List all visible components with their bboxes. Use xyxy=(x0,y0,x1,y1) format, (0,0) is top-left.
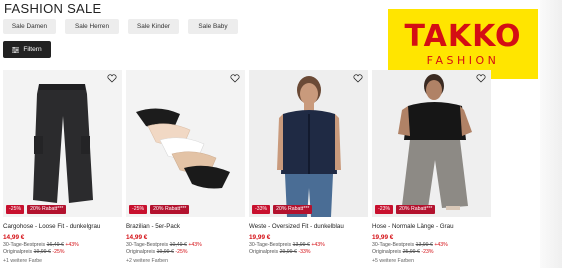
product-image[interactable]: -33% 20% Rabatt*** xyxy=(249,70,368,217)
product-image[interactable]: -23% 20% Rabatt*** xyxy=(372,70,491,217)
best-price-percent: +43% xyxy=(188,242,202,248)
page-title: FASHION SALE xyxy=(4,1,102,16)
best-price-line: 30-Tage-Bestpreis 13,99 € +43% xyxy=(372,242,491,248)
product-card[interactable]: -25% 20% Rabatt*** Cargohose - Loose Fit… xyxy=(3,70,122,264)
discount-badge: -25% xyxy=(129,205,148,214)
wishlist-heart-icon[interactable] xyxy=(476,74,486,83)
extra-discount-badge: 20% Rabatt*** xyxy=(396,205,436,214)
category-sale-damen[interactable]: Sale Damen xyxy=(3,19,56,34)
best-price-value: 13,99 € xyxy=(292,242,310,248)
best-price-label: 30-Tage-Bestpreis xyxy=(3,242,46,248)
original-price-value: 19,99 € xyxy=(33,249,51,255)
category-sale-herren[interactable]: Sale Herren xyxy=(65,19,119,34)
discount-badge: -33% xyxy=(252,205,271,214)
product-price: 19,99 € xyxy=(249,234,271,241)
best-price-value: 10,49 € xyxy=(169,242,187,248)
logo-wordmark: TAKKO xyxy=(404,18,522,54)
filter-sliders-icon xyxy=(12,46,20,53)
product-price: 19,99 € xyxy=(372,234,394,241)
category-nav: Sale Damen Sale Herren Sale Kinder Sale … xyxy=(3,19,238,34)
product-card[interactable]: -25% 20% Rabatt*** Brazilian - 5er-Pack … xyxy=(126,70,245,264)
original-price-line: Originalpreis 19,99 € -25% xyxy=(126,249,245,255)
original-price-label: Originalpreis xyxy=(249,249,279,255)
best-price-percent: +43% xyxy=(65,242,79,248)
best-price-line: 30-Tage-Bestpreis 16,49 € +43% xyxy=(3,242,122,248)
product-card[interactable]: -23% 20% Rabatt*** Hose - Normale Länge … xyxy=(372,70,491,264)
vest-model-image xyxy=(249,70,368,217)
discount-badge: -25% xyxy=(6,205,25,214)
product-name[interactable]: Brazilian - 5er-Pack xyxy=(126,223,245,230)
category-sale-kinder[interactable]: Sale Kinder xyxy=(128,19,179,34)
product-price: 14,99 € xyxy=(3,234,25,241)
original-price-label: Originalpreis xyxy=(3,249,33,255)
more-colors[interactable]: +2 weitere Farben xyxy=(126,258,245,264)
original-price-percent: -25% xyxy=(52,249,65,255)
best-price-label: 30-Tage-Bestpreis xyxy=(126,242,169,248)
page-edge xyxy=(540,0,562,268)
original-price-line: Originalpreis 29,99 € -33% xyxy=(249,249,368,255)
original-price-label: Originalpreis xyxy=(126,249,156,255)
extra-discount-badge: 20% Rabatt*** xyxy=(27,205,67,214)
best-price-value: 16,49 € xyxy=(46,242,64,248)
best-price-percent: +43% xyxy=(434,242,448,248)
wishlist-heart-icon[interactable] xyxy=(353,74,363,83)
filter-button[interactable]: Filtern xyxy=(3,41,51,58)
more-colors[interactable]: +1 weitere Farbe xyxy=(3,258,122,264)
discount-badges: -25% 20% Rabatt*** xyxy=(6,205,67,214)
best-price-label: 30-Tage-Bestpreis xyxy=(249,242,292,248)
product-name[interactable]: Hose - Normale Länge - Grau xyxy=(372,223,491,230)
product-image[interactable]: -25% 20% Rabatt*** xyxy=(126,70,245,217)
wishlist-heart-icon[interactable] xyxy=(107,74,117,83)
product-name[interactable]: Weste - Oversized Fit - dunkelblau xyxy=(249,223,368,230)
logo-subtitle: FASHION xyxy=(426,53,500,67)
product-price: 14,99 € xyxy=(126,234,148,241)
best-price-line: 30-Tage-Bestpreis 13,99 € +43% xyxy=(249,242,368,248)
best-price-value: 13,99 € xyxy=(415,242,433,248)
original-price-value: 25,99 € xyxy=(402,249,420,255)
best-price-percent: +43% xyxy=(311,242,325,248)
original-price-label: Originalpreis xyxy=(372,249,402,255)
filter-label: Filtern xyxy=(23,46,42,53)
original-price-percent: -25% xyxy=(175,249,188,255)
original-price-value: 29,99 € xyxy=(279,249,297,255)
discount-badges: -25% 20% Rabatt*** xyxy=(129,205,190,214)
takko-logo: TAKKO FASHION xyxy=(388,9,538,79)
product-name[interactable]: Cargohose - Loose Fit - dunkelgrau xyxy=(3,223,122,230)
more-colors[interactable]: +5 weitere Farben xyxy=(372,258,491,264)
discount-badges: -33% 20% Rabatt*** xyxy=(252,205,313,214)
extra-discount-badge: 20% Rabatt*** xyxy=(273,205,313,214)
wishlist-heart-icon[interactable] xyxy=(230,74,240,83)
trousers-model-image xyxy=(372,70,491,217)
original-price-value: 19,99 € xyxy=(156,249,174,255)
cargo-pants-image xyxy=(3,70,122,217)
briefs-pack-image xyxy=(126,70,245,217)
product-card[interactable]: -33% 20% Rabatt*** Weste - Oversized Fit… xyxy=(249,70,368,255)
category-sale-baby[interactable]: Sale Baby xyxy=(188,19,238,34)
discount-badge: -23% xyxy=(375,205,394,214)
original-price-line: Originalpreis 25,99 € -23% xyxy=(372,249,491,255)
product-image[interactable]: -25% 20% Rabatt*** xyxy=(3,70,122,217)
original-price-line: Originalpreis 19,99 € -25% xyxy=(3,249,122,255)
original-price-percent: -33% xyxy=(298,249,311,255)
extra-discount-badge: 20% Rabatt*** xyxy=(150,205,190,214)
best-price-line: 30-Tage-Bestpreis 10,49 € +43% xyxy=(126,242,245,248)
discount-badges: -23% 20% Rabatt*** xyxy=(375,205,436,214)
best-price-label: 30-Tage-Bestpreis xyxy=(372,242,415,248)
original-price-percent: -23% xyxy=(421,249,434,255)
